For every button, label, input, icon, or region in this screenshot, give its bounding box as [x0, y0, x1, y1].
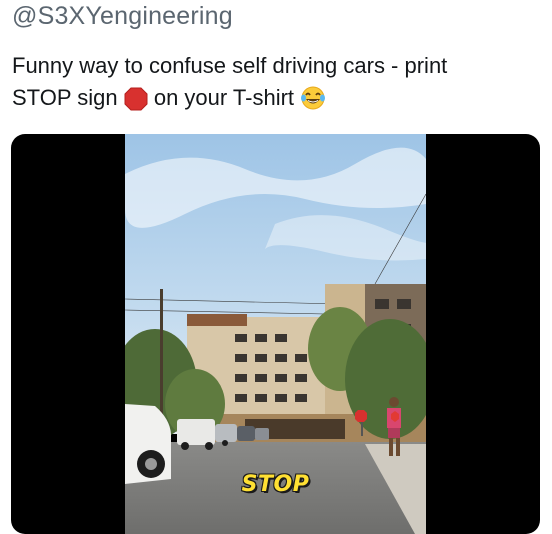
stop-sign-icon: [124, 87, 148, 120]
tweet-text: Funny way to confuse self driving cars -…: [12, 50, 542, 120]
video-frame[interactable]: STOP: [125, 134, 426, 534]
tweet-text-stop-sign: STOP sign: [12, 85, 118, 110]
laughing-face-icon: [300, 85, 326, 120]
tweet-text-tshirt: on your T-shirt: [153, 85, 295, 110]
author-handle[interactable]: @S3XYengineering: [12, 2, 233, 31]
embedded-video[interactable]: STOP: [11, 134, 540, 534]
tweet-text-line-2: STOP sign on your T-shirt: [12, 82, 542, 120]
video-caption: STOP: [241, 472, 310, 497]
tweet-text-line-1: Funny way to confuse self driving cars -…: [12, 53, 448, 78]
